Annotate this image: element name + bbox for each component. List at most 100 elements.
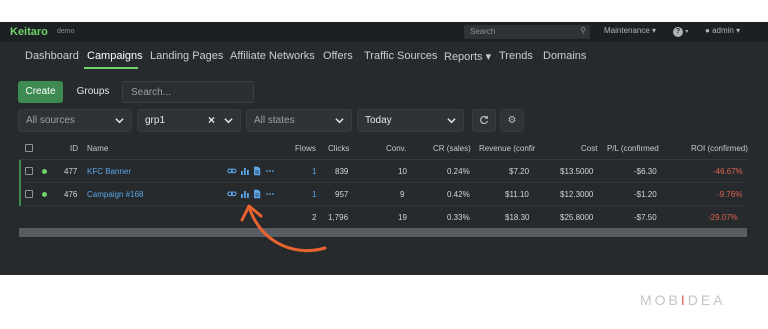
period-select[interactable]: Today — [357, 109, 464, 132]
period-select-value: Today — [365, 115, 392, 126]
row-id: 477 — [64, 167, 78, 176]
status-dot — [42, 169, 47, 174]
row-flows[interactable]: 1 — [312, 190, 316, 199]
create-button[interactable]: Create — [18, 81, 63, 103]
maintenance-menu[interactable]: Maintenance ▾ — [604, 26, 656, 35]
top-bar: Keitaro demo Search ⚲ Maintenance ▾ ? ▾ … — [0, 22, 768, 42]
campaign-search-placeholder: Search... — [131, 87, 172, 98]
row-checkbox[interactable] — [25, 190, 33, 198]
row-clicks: 839 — [335, 167, 349, 176]
chevron-down-icon — [335, 118, 344, 124]
row-name-link[interactable]: Campaign #168 — [87, 190, 143, 199]
refresh-icon — [480, 115, 489, 125]
user-menu[interactable]: ● admin ▾ — [705, 26, 740, 35]
chart-icon[interactable] — [240, 166, 250, 176]
brand-part-2: I — [680, 292, 688, 308]
clear-icon[interactable]: × — [208, 113, 215, 127]
annotation-arrow-icon — [240, 204, 327, 253]
totals-row: 2 1,796 19 0.33% $18.30 $25.8000 -$7.50 … — [19, 206, 747, 229]
logo-subtitle: demo — [57, 28, 75, 35]
app-window: Keitaro demo Search ⚲ Maintenance ▾ ? ▾ … — [0, 22, 768, 275]
row-conv: 9 — [400, 190, 405, 199]
total-revenue: $18.30 — [505, 213, 530, 222]
row-conv: 10 — [398, 167, 407, 176]
row-pl: -$6.30 — [634, 167, 657, 176]
row-cost: $13.5000 — [560, 167, 594, 176]
total-cr: 0.33% — [447, 213, 470, 222]
user-icon: ● — [705, 26, 710, 35]
brand-part-1: MOB — [640, 292, 681, 308]
row-flows[interactable]: 1 — [312, 167, 316, 176]
row-checkbox[interactable] — [25, 167, 33, 175]
document-icon[interactable] — [252, 189, 262, 199]
states-select-value: All states — [254, 115, 295, 126]
nav-dashboard[interactable]: Dashboard — [25, 50, 79, 62]
horizontal-scrollbar[interactable] — [19, 228, 747, 237]
total-pl: -$7.50 — [634, 213, 657, 222]
row-name-link[interactable]: KFC Banner — [87, 167, 131, 176]
col-revenue[interactable]: Revenue (confir — [479, 144, 535, 153]
nav-trends[interactable]: Trends — [499, 50, 533, 62]
more-icon[interactable] — [265, 166, 275, 176]
total-cost: $25.8000 — [560, 213, 594, 222]
col-cost[interactable]: Cost — [581, 144, 597, 153]
row-cost: $12.3000 — [560, 190, 594, 199]
settings-button[interactable]: ⚙ — [500, 109, 524, 132]
campaign-search-input[interactable]: Search... — [122, 81, 254, 103]
table-row[interactable]: 477 KFC Banner 1 839 10 0.24% $7.20 $13.… — [19, 160, 747, 183]
row-active-marker — [19, 183, 21, 206]
chevron-down-icon — [224, 118, 233, 124]
nav-landing-pages[interactable]: Landing Pages — [150, 50, 223, 62]
nav-offers[interactable]: Offers — [323, 50, 353, 62]
chevron-down-icon — [115, 118, 124, 124]
col-conv[interactable]: Conv. — [386, 144, 406, 153]
refresh-button[interactable] — [472, 109, 496, 132]
chevron-down-icon — [447, 118, 456, 124]
col-name[interactable]: Name — [87, 144, 108, 153]
col-roi[interactable]: ROI (confirmed) — [691, 144, 748, 153]
chart-icon[interactable] — [240, 189, 250, 199]
row-cr: 0.42% — [447, 190, 470, 199]
row-clicks: 957 — [335, 190, 349, 199]
col-id[interactable]: ID — [70, 144, 78, 153]
user-name: admin ▾ — [712, 26, 741, 35]
nav-traffic-sources[interactable]: Traffic Sources — [364, 50, 437, 62]
select-all-checkbox[interactable] — [25, 144, 33, 152]
groups-button[interactable]: Groups — [69, 81, 117, 103]
nav-affiliate-networks[interactable]: Affiliate Networks — [230, 50, 315, 62]
nav-domains[interactable]: Domains — [543, 50, 586, 62]
document-icon[interactable] — [252, 166, 262, 176]
col-pl[interactable]: P/L (confirmed — [607, 144, 659, 153]
global-search-input[interactable]: Search ⚲ — [464, 25, 590, 39]
col-clicks[interactable]: Clicks — [328, 144, 349, 153]
nav-reports[interactable]: Reports ▾ — [444, 50, 491, 63]
search-icon: ⚲ — [580, 26, 586, 35]
row-revenue: $11.10 — [505, 190, 529, 199]
group-select[interactable]: grp1 × — [137, 109, 241, 132]
help-menu[interactable]: ? ▾ — [673, 26, 688, 37]
gear-icon: ⚙ — [507, 115, 517, 126]
states-select[interactable]: All states — [246, 109, 352, 132]
help-icon: ? — [673, 27, 683, 37]
link-icon[interactable] — [227, 189, 237, 199]
row-id: 476 — [64, 190, 78, 199]
active-tab-indicator — [84, 67, 138, 69]
row-roi: -9.76% — [717, 190, 743, 199]
global-search-placeholder: Search — [470, 27, 496, 36]
logo[interactable]: Keitaro — [10, 26, 48, 38]
more-icon[interactable] — [265, 189, 275, 199]
brand-logo: MOBIDEA — [640, 292, 726, 308]
row-cr: 0.24% — [447, 167, 470, 176]
col-flows[interactable]: Flows — [295, 144, 316, 153]
main-nav: Dashboard Campaigns Landing Pages Affili… — [0, 42, 768, 70]
col-cr[interactable]: CR (sales) — [433, 144, 471, 153]
nav-campaigns[interactable]: Campaigns — [87, 50, 143, 62]
status-dot — [42, 192, 47, 197]
row-roi: -46.67% — [713, 167, 743, 176]
brand-part-3: DEA — [687, 292, 726, 308]
link-icon[interactable] — [227, 166, 237, 176]
table-row[interactable]: 476 Campaign #168 1 957 9 0.42% $11.10 $… — [19, 183, 747, 206]
row-pl: -$1.20 — [634, 190, 657, 199]
sources-select[interactable]: All sources — [18, 109, 132, 132]
group-select-value: grp1 — [145, 115, 166, 126]
